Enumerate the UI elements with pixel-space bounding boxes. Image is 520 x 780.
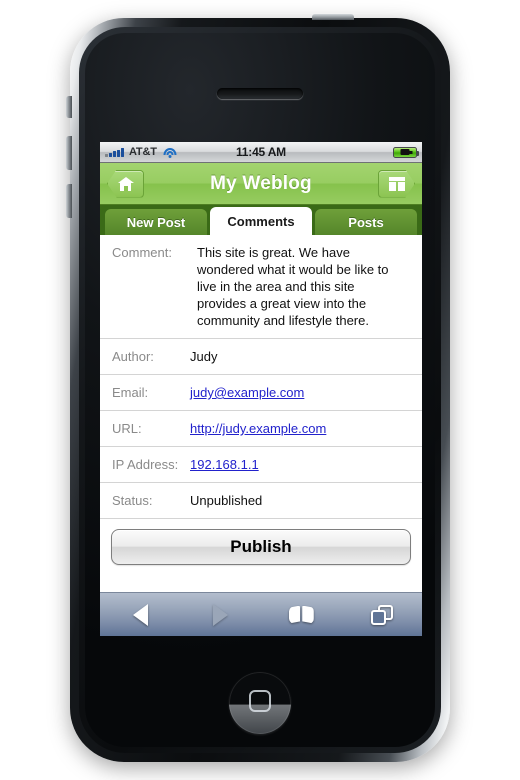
rounded-square-icon	[249, 689, 271, 712]
forward-arrow-icon	[213, 603, 229, 626]
ip-address-link[interactable]: 192.168.1.1	[190, 457, 259, 472]
table-row: Email: judy@example.com	[100, 375, 422, 411]
battery-charging-icon	[393, 146, 419, 158]
pages-button[interactable]	[342, 593, 423, 636]
volume-up-button[interactable]	[66, 136, 72, 170]
table-row: URL: http://judy.example.com	[100, 411, 422, 447]
iphone-device: AT&T 11:45 AM My Weblog New Post Comment…	[66, 14, 450, 762]
status-badge: Unpublished	[190, 493, 263, 508]
browser-toolbar	[100, 592, 422, 636]
device-home-button[interactable]	[229, 672, 291, 734]
url-link[interactable]: http://judy.example.com	[190, 421, 326, 436]
page-title: My Weblog	[210, 172, 312, 194]
tab-posts[interactable]: Posts	[315, 209, 417, 235]
table-row: Status: Unpublished	[100, 483, 422, 519]
earpiece-speaker	[217, 88, 303, 99]
row-value: http://judy.example.com	[190, 420, 326, 437]
tab-comments[interactable]: Comments	[210, 207, 312, 235]
status-bar: AT&T 11:45 AM	[100, 142, 422, 163]
tab-label: New Post	[126, 214, 186, 230]
row-label: Comment:	[112, 245, 172, 260]
volume-down-button[interactable]	[66, 184, 72, 218]
bookmarks-button[interactable]	[261, 593, 342, 636]
book-icon	[288, 605, 314, 624]
row-value: judy@example.com	[190, 384, 304, 401]
row-label: IP Address:	[112, 457, 179, 472]
tab-label: Comments	[227, 213, 295, 229]
dashboard-panels-icon	[388, 176, 405, 191]
tab-bar: New Post Comments Posts	[100, 205, 422, 235]
row-label: Author:	[112, 349, 154, 364]
row-value: 192.168.1.1	[190, 456, 259, 473]
forward-button[interactable]	[181, 593, 262, 636]
pages-icon	[370, 604, 393, 625]
back-arrow-icon	[132, 603, 148, 626]
tab-label: Posts	[348, 214, 384, 230]
tab-new-post[interactable]: New Post	[105, 209, 207, 235]
table-row: Comment: This site is great. We have won…	[100, 235, 422, 339]
power-button[interactable]	[312, 14, 354, 20]
comment-detail-table: Comment: This site is great. We have won…	[100, 235, 422, 577]
app-header: My Weblog	[100, 163, 422, 205]
row-label: URL:	[112, 421, 142, 436]
status-time: 11:45 AM	[236, 145, 286, 159]
home-icon	[117, 176, 134, 191]
table-row: Author: Judy	[100, 339, 422, 375]
row-value: This site is great. We have wondered wha…	[197, 245, 389, 328]
publish-row: Publish	[100, 519, 422, 577]
table-row: IP Address: 192.168.1.1	[100, 447, 422, 483]
email-link[interactable]: judy@example.com	[190, 385, 304, 400]
back-button[interactable]	[100, 593, 181, 636]
phone-screen: AT&T 11:45 AM My Weblog New Post Comment…	[100, 142, 422, 636]
row-label: Status:	[112, 493, 153, 508]
row-label: Email:	[112, 385, 149, 400]
row-value: Judy	[190, 349, 218, 364]
silent-switch[interactable]	[66, 96, 72, 118]
publish-button[interactable]: Publish	[111, 529, 411, 565]
battery-plug-glyph	[400, 149, 413, 155]
